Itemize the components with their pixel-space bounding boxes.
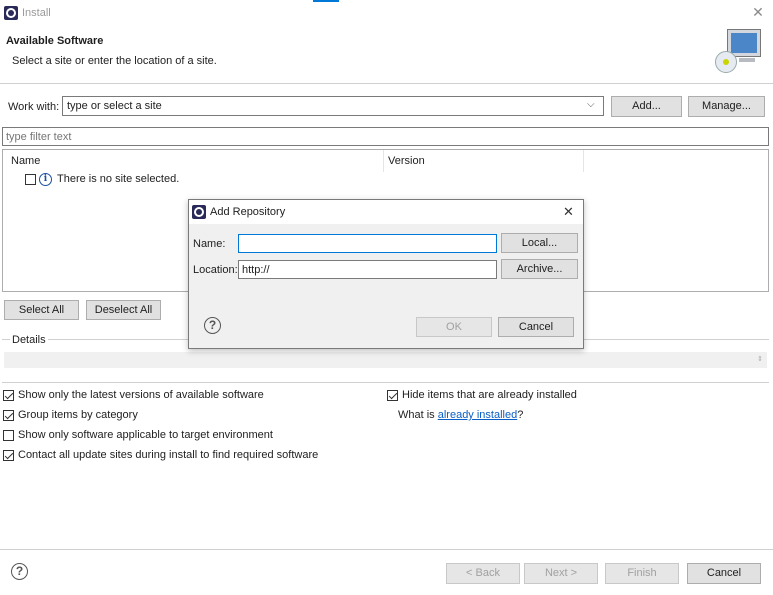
filter-input[interactable] bbox=[2, 127, 769, 146]
footer-divider bbox=[0, 549, 773, 550]
option-hide-installed[interactable]: Hide items that are already installed bbox=[387, 389, 637, 403]
select-all-button[interactable]: Select All bbox=[4, 300, 79, 320]
location-field[interactable] bbox=[238, 260, 497, 279]
deselect-all-button[interactable]: Deselect All bbox=[86, 300, 161, 320]
option-label: Hide items that are already installed bbox=[402, 389, 577, 401]
work-with-combo[interactable]: type or select a site ⌵ bbox=[62, 96, 604, 116]
already-installed-link[interactable]: already installed bbox=[438, 409, 518, 421]
cancel-button[interactable]: Cancel bbox=[687, 563, 761, 584]
option-checkbox[interactable] bbox=[3, 430, 14, 441]
option-checkbox[interactable] bbox=[3, 450, 14, 461]
option-checkbox[interactable] bbox=[387, 390, 398, 401]
name-label: Name: bbox=[193, 238, 226, 250]
work-with-label: Work with: bbox=[8, 101, 60, 113]
dialog-title-bar[interactable]: Add Repository ✕ bbox=[189, 200, 583, 224]
work-with-value: type or select a site bbox=[67, 100, 162, 112]
page-subtitle: Select a site or enter the location of a… bbox=[12, 55, 217, 67]
option-target-environment[interactable]: Show only software applicable to target … bbox=[3, 429, 343, 443]
option-checkbox[interactable] bbox=[3, 390, 14, 401]
name-field[interactable] bbox=[238, 234, 497, 253]
manage-sites-button[interactable]: Manage... bbox=[688, 96, 765, 117]
option-latest-versions[interactable]: Show only the latest versions of availab… bbox=[3, 389, 343, 403]
column-header-version[interactable]: Version bbox=[388, 155, 425, 167]
eclipse-logo-icon bbox=[192, 205, 206, 219]
table-row[interactable]: i There is no site selected. bbox=[23, 172, 223, 188]
close-icon[interactable]: ✕ bbox=[750, 4, 766, 20]
chevron-down-icon[interactable]: ⌵ bbox=[587, 99, 595, 110]
page-header: Available Software Select a site or ente… bbox=[0, 27, 773, 83]
finish-button[interactable]: Finish bbox=[605, 563, 679, 584]
help-icon[interactable]: ? bbox=[11, 563, 28, 580]
page-title: Available Software bbox=[6, 35, 104, 47]
accent-strip bbox=[313, 0, 339, 2]
what-is-prefix: What is bbox=[398, 409, 438, 421]
eclipse-logo-icon bbox=[4, 6, 18, 20]
add-repository-dialog[interactable]: Add Repository ✕ Name: Local... Location… bbox=[188, 199, 584, 349]
info-icon: i bbox=[39, 173, 52, 186]
what-is-suffix: ? bbox=[517, 409, 524, 421]
close-icon[interactable]: ✕ bbox=[563, 204, 574, 220]
dialog-cancel-button[interactable]: Cancel bbox=[498, 317, 574, 337]
dialog-title: Add Repository bbox=[210, 206, 286, 218]
column-divider bbox=[383, 150, 384, 172]
details-text[interactable]: ⇕ bbox=[4, 352, 767, 368]
what-is-installed: What is already installed? bbox=[398, 409, 523, 421]
scrollbar[interactable]: ⇕ bbox=[755, 352, 765, 368]
option-label: Contact all update sites during install … bbox=[18, 449, 319, 461]
back-button[interactable]: < Back bbox=[446, 563, 520, 584]
help-icon[interactable]: ? bbox=[204, 317, 221, 334]
add-site-button[interactable]: Add... bbox=[611, 96, 682, 117]
title-bar: Install ✕ bbox=[0, 0, 773, 27]
column-header-name[interactable]: Name bbox=[11, 155, 40, 167]
location-label: Location: bbox=[193, 264, 238, 276]
option-label: Group items by category bbox=[18, 409, 138, 421]
window-title: Install bbox=[22, 7, 51, 19]
option-contact-update-sites[interactable]: Contact all update sites during install … bbox=[3, 449, 343, 463]
next-button[interactable]: Next > bbox=[524, 563, 598, 584]
details-label: Details bbox=[10, 334, 48, 346]
option-checkbox[interactable] bbox=[3, 410, 14, 421]
local-button[interactable]: Local... bbox=[501, 233, 578, 253]
option-label: Show only software applicable to target … bbox=[18, 429, 273, 441]
archive-button[interactable]: Archive... bbox=[501, 259, 578, 279]
column-divider bbox=[583, 150, 584, 172]
ok-button[interactable]: OK bbox=[416, 317, 492, 337]
install-monitor-icon bbox=[711, 29, 763, 77]
empty-message: There is no site selected. bbox=[57, 173, 180, 185]
header-divider bbox=[0, 83, 773, 84]
option-group-by-category[interactable]: Group items by category bbox=[3, 409, 343, 423]
row-checkbox[interactable] bbox=[25, 174, 36, 185]
option-label: Show only the latest versions of availab… bbox=[18, 389, 264, 401]
